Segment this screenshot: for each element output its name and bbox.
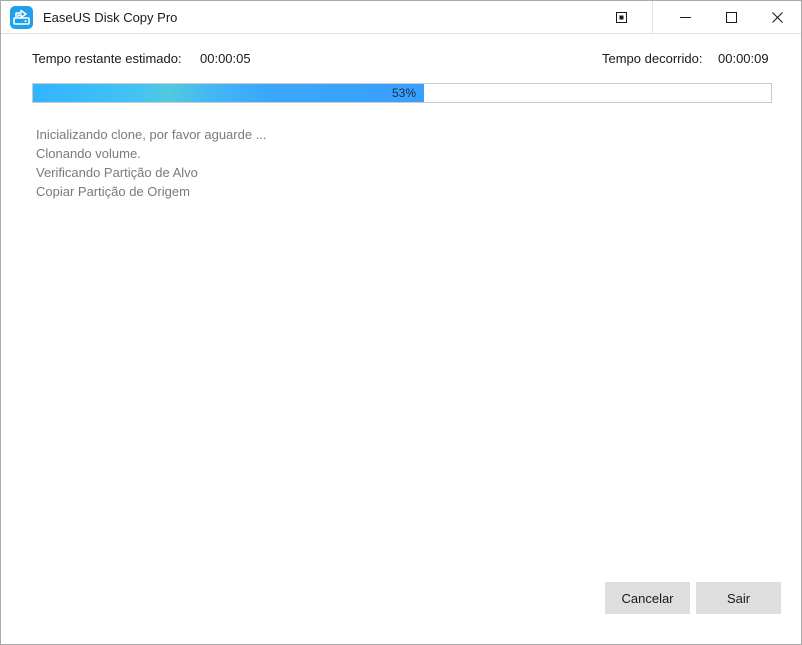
cancel-button[interactable]: Cancelar: [605, 582, 690, 614]
exit-button[interactable]: Sair: [696, 582, 781, 614]
title-bar[interactable]: EaseUS Disk Copy Pro: [1, 1, 801, 34]
log-line: Verificando Partição de Alvo: [36, 165, 198, 180]
restore-box-icon[interactable]: [598, 1, 644, 33]
app-logo-icon: [10, 6, 33, 29]
elapsed-time-label: Tempo decorrido:: [602, 51, 703, 66]
log-line: Clonando volume.: [36, 146, 141, 161]
title-bar-divider: [652, 1, 653, 33]
progress-percent: 53%: [391, 86, 416, 100]
remaining-time-label: Tempo restante estimado:: [32, 51, 182, 66]
elapsed-time-value: 00:00:09: [718, 51, 769, 66]
maximize-icon[interactable]: [708, 1, 754, 33]
app-window: EaseUS Disk Copy Pro Tempo restante esti…: [0, 0, 802, 645]
window-title: EaseUS Disk Copy Pro: [43, 10, 178, 25]
log-line: Inicializando clone, por favor aguarde .…: [36, 127, 267, 142]
status-log: Inicializando clone, por favor aguarde .…: [36, 125, 267, 201]
progress-bar: 53%: [32, 83, 772, 103]
log-line: Copiar Partição de Origem: [36, 184, 190, 199]
remaining-time-value: 00:00:05: [200, 51, 251, 66]
close-icon[interactable]: [754, 1, 800, 33]
minimize-icon[interactable]: [662, 1, 708, 33]
